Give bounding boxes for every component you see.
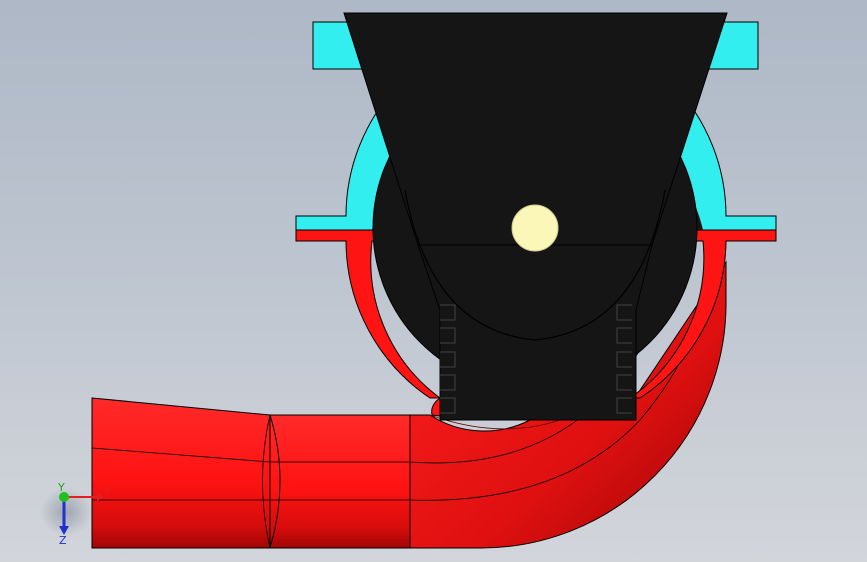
duct-taper (91, 397, 271, 549)
cad-model: X Y Z (40, 12, 777, 549)
duct-straight (269, 414, 411, 549)
y-axis-label: Y (57, 481, 65, 494)
hub (511, 204, 559, 252)
x-axis-label: X (103, 484, 111, 497)
cad-viewport[interactable]: X Y Z (0, 0, 867, 562)
z-axis-label: Z (59, 534, 67, 547)
